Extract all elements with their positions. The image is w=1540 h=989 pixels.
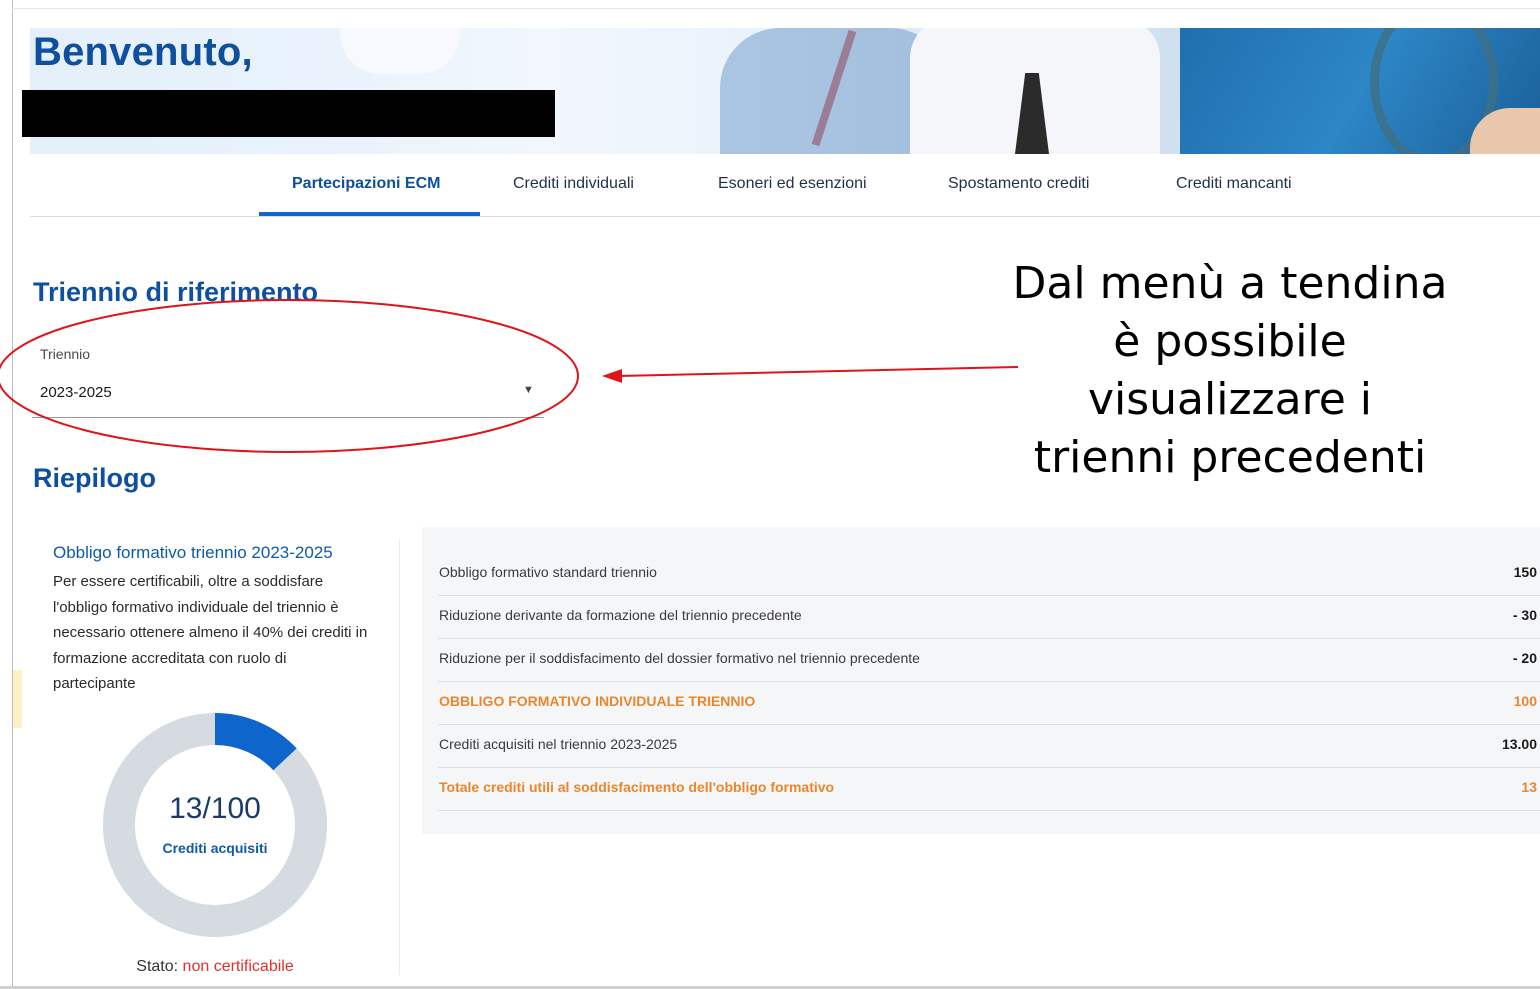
table-row: Riduzione per il soddisfacimento del dos…: [438, 638, 1540, 682]
table-row: Crediti acquisiti nel triennio 2023-2025…: [438, 724, 1540, 768]
table-row: Obbligo formativo standard triennio 150: [438, 552, 1540, 596]
row-label: Riduzione per il soddisfacimento del dos…: [439, 650, 920, 666]
callout-line: visualizzare i: [1087, 374, 1373, 425]
annotation-arrow-head: [602, 369, 622, 383]
row-value: - 20: [1512, 650, 1537, 666]
donut-value: 13/100: [169, 792, 261, 825]
status-line: Stato: non certificabile: [100, 958, 330, 976]
annotation-arrow-line: [617, 366, 1019, 377]
row-label: Crediti acquisiti nel triennio 2023-2025: [439, 736, 678, 752]
callout-line: Dal menù a tendina: [1012, 258, 1448, 309]
row-label: Riduzione derivante da formazione del tr…: [439, 607, 802, 623]
summary-divider: [399, 540, 400, 975]
annotation-callout: Dal menù a tendina è possibile visualizz…: [975, 255, 1485, 487]
row-value: 100: [1513, 693, 1537, 709]
annotation-ellipse: [0, 299, 579, 453]
table-row: Riduzione derivante da formazione del tr…: [438, 595, 1540, 639]
obbligo-title: Obbligo formativo triennio 2023-2025: [53, 543, 333, 562]
callout-line: è possibile: [1113, 316, 1347, 367]
edge-highlight: [13, 670, 22, 728]
donut-label: Crediti acquisiti: [162, 840, 268, 856]
row-label: OBBLIGO FORMATIVO INDIVIDUALE TRIENNIO: [439, 693, 756, 709]
status-value: non certificabile: [182, 958, 294, 975]
row-value: 13: [1521, 779, 1537, 795]
row-value: - 30: [1512, 607, 1537, 623]
table-row: Totale crediti utili al soddisfacimento …: [438, 767, 1540, 811]
row-value: 13.00: [1501, 736, 1537, 752]
callout-line: trienni precedenti: [1033, 432, 1427, 483]
row-label: Totale crediti utili al soddisfacimento …: [439, 779, 835, 795]
obbligo-description: Per essere certificabili, oltre a soddis…: [53, 573, 368, 692]
riepilogo-section-title: Riepilogo: [33, 463, 156, 493]
row-value: 150: [1513, 564, 1537, 580]
table-row: OBBLIGO FORMATIVO INDIVIDUALE TRIENNIO 1…: [438, 681, 1540, 725]
status-label: Stato:: [136, 958, 179, 975]
row-label: Obbligo formativo standard triennio: [439, 564, 657, 580]
